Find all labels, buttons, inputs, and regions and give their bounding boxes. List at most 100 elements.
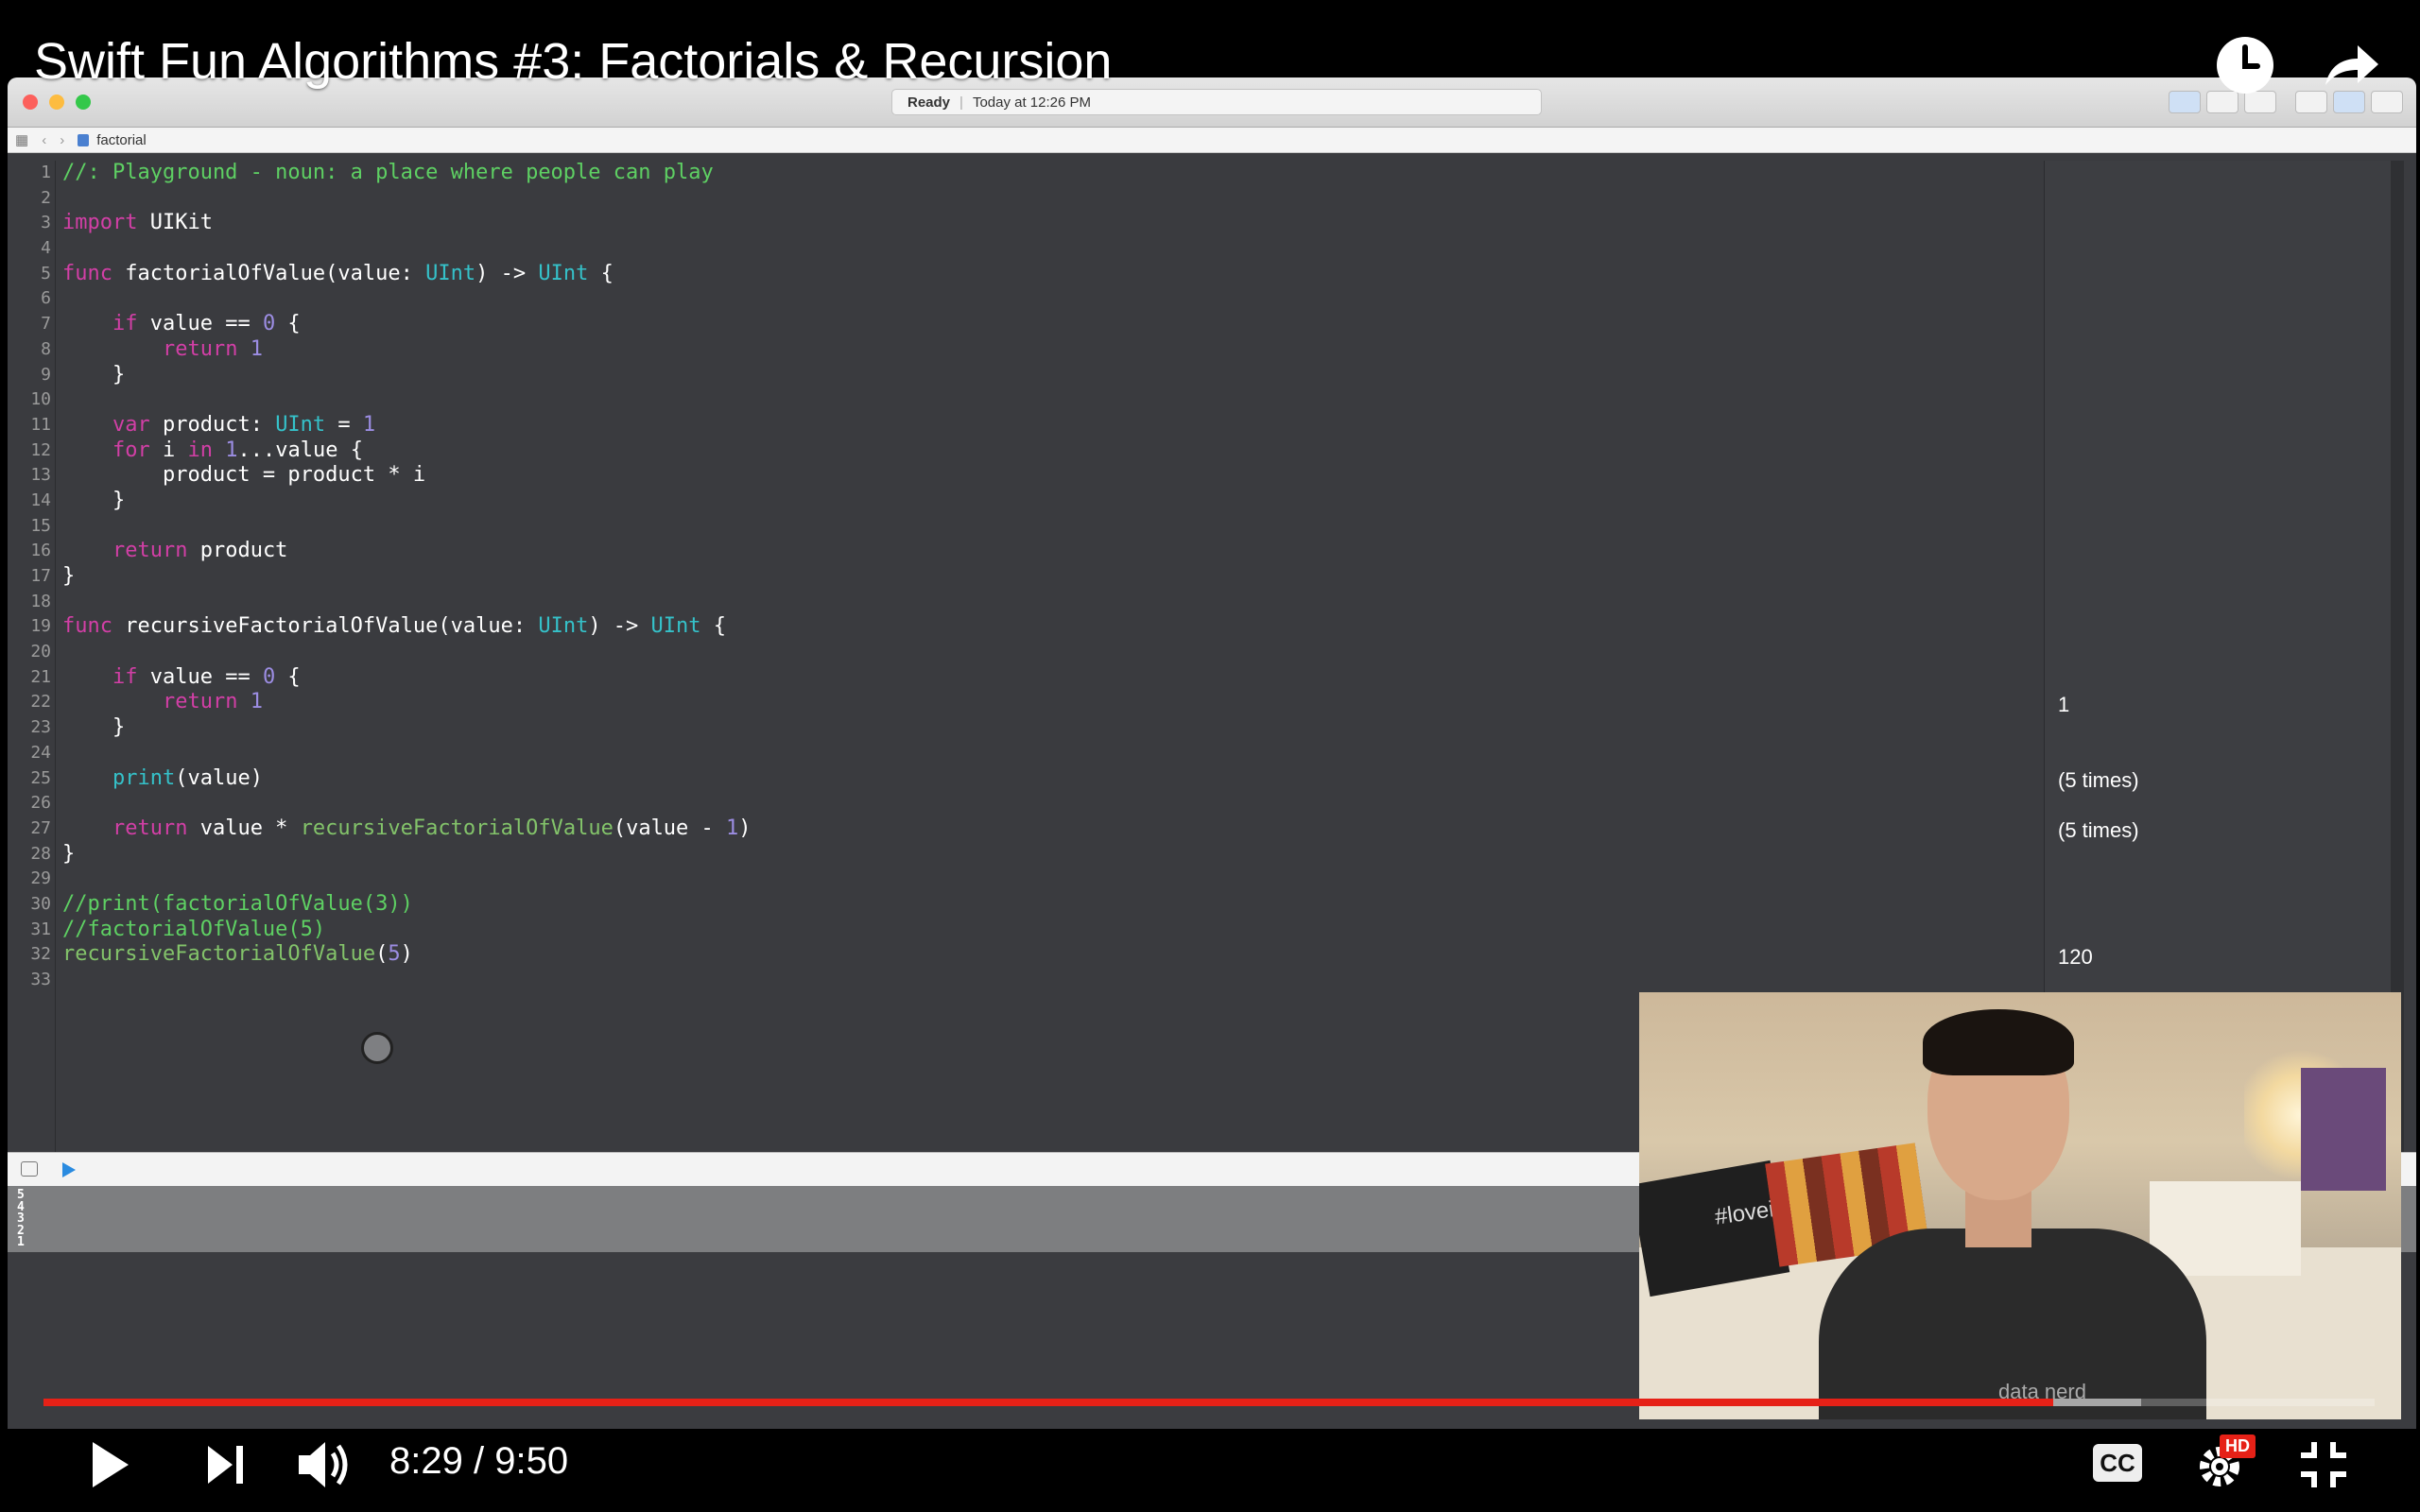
code-text: for i in 1...value { <box>112 438 363 462</box>
code-line[interactable]: 8 return 1 <box>41 336 2044 363</box>
minimize-window-button[interactable] <box>49 94 64 110</box>
line-number: 24 <box>30 742 51 763</box>
code-line[interactable]: 23 } <box>30 715 2044 741</box>
status-state: Ready <box>908 94 951 111</box>
code-line[interactable]: 9 } <box>41 363 2044 388</box>
code-text: recursiveFactorialOfValue(5) <box>62 942 413 967</box>
volume-icon[interactable] <box>295 1436 355 1493</box>
code-line[interactable]: 30 //print(factorialOfValue(3)) <box>30 891 2044 918</box>
watch-later-icon[interactable] <box>2214 34 2276 96</box>
zoom-window-button[interactable] <box>76 94 91 110</box>
code-line[interactable]: 27 return value * recursiveFactorialOfVa… <box>30 816 2044 842</box>
wall-art <box>2301 1068 2386 1191</box>
run-playground-icon[interactable] <box>62 1162 76 1177</box>
back-arrow-icon[interactable]: ‹ <box>42 132 46 148</box>
code-text: var product: UInt = 1 <box>112 412 376 437</box>
code-line[interactable]: 1 //: Playground - noun: a place where pe… <box>41 161 2044 186</box>
presenter-hair <box>1923 1009 2074 1075</box>
code-text: func recursiveFactorialOfValue(value: UI… <box>62 614 727 639</box>
code-text: } <box>62 715 126 740</box>
result-value[interactable]: 1 <box>2058 693 2069 717</box>
line-number: 26 <box>30 793 51 814</box>
related-items-icon[interactable]: ▦ <box>15 131 28 148</box>
breadcrumb-file[interactable]: factorial <box>78 132 147 148</box>
code-line[interactable]: 24 <box>30 741 2044 766</box>
exit-fullscreen-icon[interactable] <box>2299 1440 2348 1489</box>
line-number: 3 <box>41 213 51 233</box>
line-number: 18 <box>30 591 51 611</box>
line-number: 11 <box>30 414 51 435</box>
line-number: 22 <box>30 692 51 713</box>
window-controls <box>23 94 91 110</box>
code-line[interactable]: 2 <box>41 186 2044 212</box>
code-text: return product <box>112 539 288 563</box>
code-line[interactable]: 16 return product <box>30 539 2044 564</box>
code-line[interactable]: 4 <box>41 236 2044 262</box>
share-icon[interactable] <box>2320 34 2382 96</box>
hide-debug-area-icon[interactable] <box>21 1161 38 1177</box>
code-text: //print(factorialOfValue(3)) <box>62 891 413 916</box>
close-window-button[interactable] <box>23 94 38 110</box>
line-number: 2 <box>41 187 51 208</box>
code-line[interactable]: 29 <box>30 867 2044 892</box>
code-line[interactable]: 22 return 1 <box>30 690 2044 715</box>
code-line[interactable]: 19 func recursiveFactorialOfValue(value: … <box>30 614 2044 640</box>
captions-button[interactable]: CC <box>2093 1444 2142 1482</box>
code-text: } <box>62 488 126 512</box>
console-output: 5 4 3 2 1 <box>17 1188 25 1249</box>
code-line[interactable]: 5 func factorialOfValue(value: UInt) -> U… <box>41 262 2044 287</box>
code-line[interactable]: 7 if value == 0 { <box>41 312 2044 337</box>
code-text: if value == 0 { <box>112 664 301 689</box>
time-separator: / <box>473 1440 485 1482</box>
video-title[interactable]: Swift Fun Algorithms #3: Factorials & Re… <box>34 32 1112 91</box>
code-line[interactable]: 18 <box>30 590 2044 615</box>
code-text: //: Playground - noun: a place where peo… <box>62 161 714 184</box>
line-number: 7 <box>41 314 51 335</box>
mouse-cursor-indicator <box>361 1032 393 1064</box>
playground-file-icon <box>78 134 90 147</box>
top-actions <box>2214 34 2382 96</box>
line-number: 4 <box>41 238 51 259</box>
line-number: 8 <box>41 338 51 359</box>
result-value[interactable]: (5 times) <box>2058 818 2139 843</box>
line-number: 28 <box>30 843 51 864</box>
hd-badge: HD <box>2220 1435 2256 1458</box>
line-number: 25 <box>30 767 51 788</box>
code-line[interactable]: 31 //factorialOfValue(5) <box>30 918 2044 943</box>
code-text: return 1 <box>162 336 263 361</box>
code-line[interactable]: 11 var product: UInt = 1 <box>30 412 2044 438</box>
status-time: Today at 12:26 PM <box>972 94 1092 111</box>
code-line[interactable]: 3 import UIKit <box>41 211 2044 236</box>
code-line[interactable]: 33 <box>30 968 2044 993</box>
line-number: 33 <box>30 970 51 989</box>
duration: 9:50 <box>494 1440 569 1482</box>
code-line[interactable]: 28} <box>30 841 2044 868</box>
result-value[interactable]: (5 times) <box>2058 768 2139 793</box>
code-line[interactable]: 15 <box>30 514 2044 540</box>
code-line[interactable]: 26 <box>30 791 2044 816</box>
code-line[interactable]: 17} <box>30 564 2044 590</box>
line-number: 15 <box>30 515 51 536</box>
code-line[interactable]: 21 if value == 0 { <box>30 664 2044 691</box>
code-line[interactable]: 10 <box>30 387 2044 413</box>
code-line[interactable]: 12 for i in 1...value { <box>30 438 2044 464</box>
code-line[interactable]: 14 } <box>30 488 2044 514</box>
result-value[interactable]: 120 <box>2058 945 2093 970</box>
play-icon[interactable] <box>89 1438 132 1491</box>
code-text: } <box>62 841 76 866</box>
code-line[interactable]: 32 recursiveFactorialOfValue(5) <box>30 942 2044 968</box>
code-line[interactable]: 20 <box>30 640 2044 665</box>
code-line[interactable]: 6 <box>41 286 2044 312</box>
standard-editor-button[interactable] <box>2169 91 2201 113</box>
line-number: 12 <box>30 439 51 460</box>
code-text: print(value) <box>112 765 263 790</box>
code-text: if value == 0 { <box>112 312 301 336</box>
jump-bar: ▦ ‹ › factorial <box>8 128 2416 153</box>
forward-arrow-icon[interactable]: › <box>60 132 64 148</box>
code-line[interactable]: 25 print(value) <box>30 765 2044 792</box>
next-video-icon[interactable] <box>204 1442 246 1487</box>
line-number: 9 <box>41 364 51 385</box>
video-progress-bar[interactable] <box>43 1399 2375 1406</box>
current-time: 8:29 <box>389 1440 463 1482</box>
code-line[interactable]: 13 product = product * i <box>30 463 2044 489</box>
